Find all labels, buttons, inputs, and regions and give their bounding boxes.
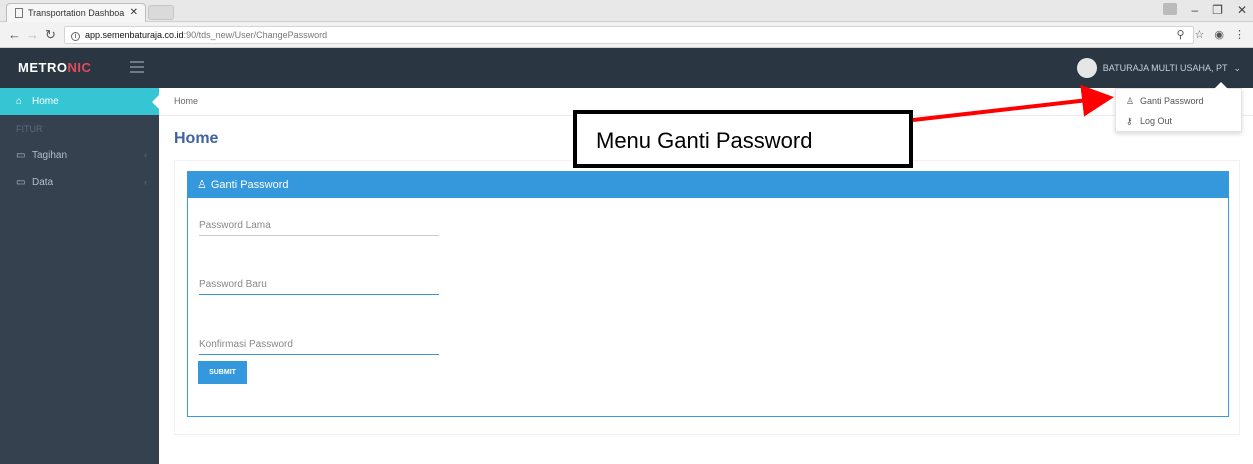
user-menu[interactable]: BATURAJA MULTI USAHA, PT ⌄	[1076, 58, 1241, 78]
sidebar-item-tagihan[interactable]: ▭ Tagihan ‹	[0, 142, 159, 169]
chevron-left-icon: ‹	[144, 177, 147, 187]
portlet-title-text: Ganti Password	[210, 179, 289, 191]
forward-icon[interactable]: →	[26, 27, 39, 42]
confirm-password-field[interactable]: Konfirmasi Password	[199, 339, 439, 355]
sidebar-item-home[interactable]: ⌂ Home	[0, 88, 160, 115]
new-password-placeholder: Password Baru	[199, 279, 267, 290]
restore-icon[interactable]: ❐	[1212, 3, 1223, 17]
minimize-icon[interactable]: –	[1191, 3, 1198, 17]
content-panel: ♙ Ganti Password Password Lama Password B…	[174, 160, 1240, 435]
bill-icon: ▭	[16, 150, 26, 161]
logo-accent: NIC	[67, 60, 92, 75]
dropdown-item-label: Ganti Password	[1140, 96, 1204, 106]
sidebar-item-label: Home	[32, 96, 59, 107]
old-password-placeholder: Password Lama	[199, 220, 271, 231]
dropdown-item-log-out[interactable]: ⚷ Log Out	[1116, 111, 1243, 131]
user-icon: ♙	[197, 179, 207, 191]
sidebar: ⌂ Home FITUR ▭ Tagihan ‹ ▭ Data ‹	[0, 88, 160, 464]
sidebar-item-label: Tagihan	[32, 150, 68, 161]
portlet-title: ♙ Ganti Password	[188, 172, 1228, 198]
change-password-portlet: ♙ Ganti Password Password Lama Password B…	[187, 171, 1229, 417]
app-header: METRONIC BATURAJA MULTI USAHA, PT ⌄	[0, 48, 1253, 88]
dropdown-item-label: Log Out	[1140, 116, 1173, 126]
profile-icon[interactable]	[1163, 3, 1178, 15]
close-tab-icon[interactable]: ✕	[130, 7, 138, 18]
bookmark-star-icon[interactable]: ☆	[1195, 28, 1205, 41]
hamburger-menu-icon[interactable]	[130, 61, 144, 76]
avatar	[1076, 58, 1097, 78]
browser-tab-bar: Transportation Dashboa ✕ – ❐ ✕	[0, 0, 1253, 22]
monitor-icon: ▭	[16, 177, 26, 188]
browser-tab[interactable]: Transportation Dashboa ✕	[6, 3, 146, 22]
extension-icon-2[interactable]: ◉	[1214, 28, 1224, 41]
url-host: app.semenbaturaja.co.id	[85, 30, 184, 40]
toolbar-icons: ⚲ ☆ ◉ ⋮	[1176, 28, 1245, 41]
confirm-password-placeholder: Konfirmasi Password	[199, 339, 293, 350]
page-title: Home	[174, 130, 219, 147]
user-dropdown: ♙ Ganti Password ⚷ Log Out	[1115, 82, 1243, 132]
chevron-left-icon: ‹	[144, 150, 147, 160]
window-controls: – ❐ ✕	[1163, 3, 1247, 17]
home-icon: ⌂	[16, 96, 23, 107]
chevron-down-icon: ⌄	[1233, 62, 1241, 73]
logo-main: METRO	[18, 60, 68, 75]
url-path: :90/tds_new/User/ChangePassword	[183, 30, 328, 40]
user-name: BATURAJA MULTI USAHA, PT	[1102, 63, 1228, 73]
sidebar-item-data[interactable]: ▭ Data ‹	[0, 169, 159, 196]
info-icon[interactable]: i	[71, 32, 80, 41]
reload-icon[interactable]: ↻	[45, 27, 56, 43]
extension-icon[interactable]: ⚲	[1176, 28, 1184, 41]
submit-button[interactable]: SUBMIT	[198, 361, 247, 384]
close-window-icon[interactable]: ✕	[1237, 3, 1247, 17]
key-icon: ⚷	[1126, 116, 1133, 126]
breadcrumb[interactable]: Home	[174, 96, 198, 106]
user-icon: ♙	[1126, 96, 1135, 106]
url-input[interactable]: i app.semenbaturaja.co.id:90/tds_new/User…	[64, 26, 1194, 44]
new-tab-button[interactable]	[148, 5, 174, 20]
old-password-field[interactable]: Password Lama	[199, 220, 439, 236]
address-bar: ← → ↻ i app.semenbaturaja.co.id:90/tds_ne…	[0, 22, 1253, 48]
page-icon	[15, 8, 23, 18]
logo[interactable]: METRONIC	[18, 60, 91, 75]
new-password-field[interactable]: Password Baru	[199, 279, 439, 295]
menu-icon[interactable]: ⋮	[1234, 28, 1245, 41]
sidebar-item-label: Data	[32, 177, 54, 188]
annotation-text: Menu Ganti Password	[596, 128, 813, 153]
annotation-callout: Menu Ganti Password	[573, 110, 913, 168]
dropdown-item-ganti-password[interactable]: ♙ Ganti Password	[1116, 91, 1243, 111]
tab-title: Transportation Dashboa	[28, 8, 125, 18]
sidebar-heading: FITUR	[16, 124, 43, 134]
back-icon[interactable]: ←	[8, 27, 21, 42]
